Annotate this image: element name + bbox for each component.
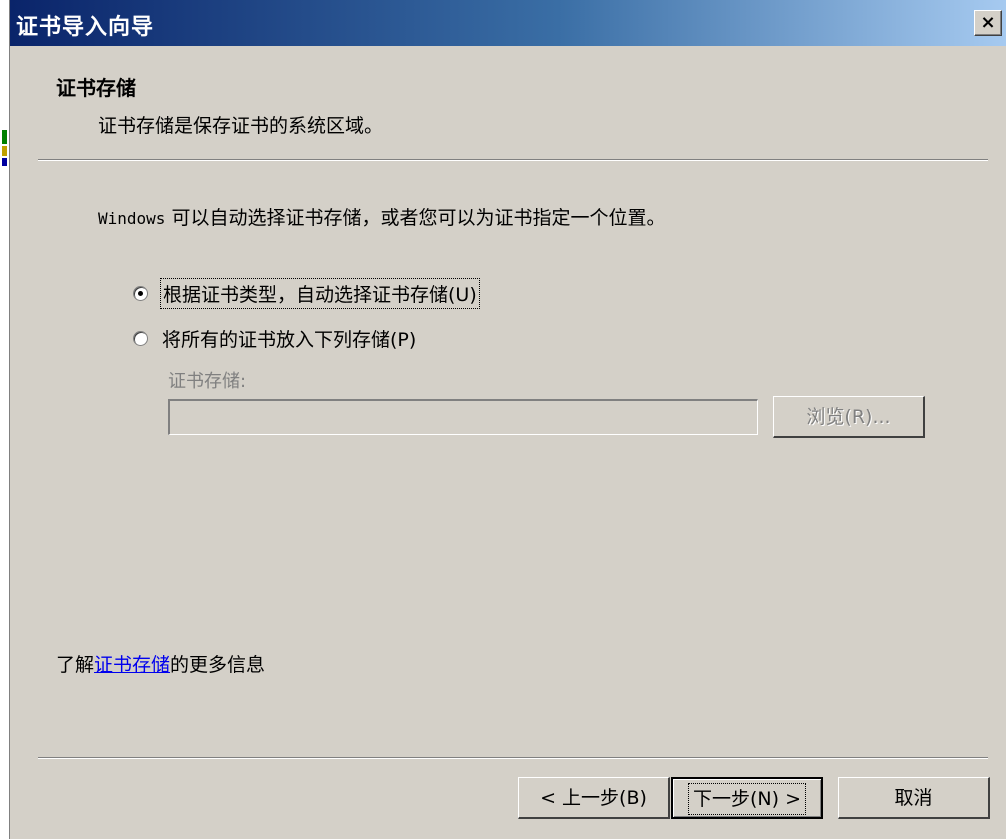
background-window-edge [0,0,10,839]
more-info-prefix: 了解 [56,654,95,676]
footer-divider [38,757,988,759]
title-bar[interactable]: 证书导入向导 × [10,0,1006,46]
cancel-button[interactable]: 取消 [838,777,990,819]
certificate-store-field [168,399,758,435]
more-info-text: 了解证书存储的更多信息 [56,650,265,677]
radio-place-all-in-store-indicator[interactable] [133,330,148,346]
header-divider [38,159,988,161]
more-info-suffix: 的更多信息 [170,654,266,676]
next-button[interactable]: 下一步(N) > [671,777,823,819]
certificate-store-link[interactable]: 证书存储 [94,654,170,676]
back-button[interactable]: < 上一步(B) [518,777,670,819]
close-icon: × [980,12,996,33]
certificate-import-wizard-dialog: 证书导入向导 × 证书存储 证书存储是保存证书的系统区域。 Windows 可以… [10,0,1006,839]
intro-text: Windows 可以自动选择证书存储，或者您可以为证书指定一个位置。 [98,203,665,230]
certificate-store-label: 证书存储: [168,371,247,392]
background-window-mark [2,158,7,166]
radio-auto-select-store-label[interactable]: 根据证书类型，自动选择证书存储(U) [160,277,480,309]
window-title: 证书导入向导 [16,15,155,40]
radio-place-all-in-store-label[interactable]: 将所有的证书放入下列存储(P) [160,324,418,353]
page-title: 证书存储 [56,76,136,100]
next-button-label: 下一步(N) > [688,783,806,815]
radio-auto-select-store[interactable]: 根据证书类型，自动选择证书存储(U) [133,277,480,309]
radio-auto-select-store-indicator[interactable] [133,285,148,301]
close-button[interactable]: × [974,10,1002,36]
page-description: 证书存储是保存证书的系统区域。 [98,115,384,137]
background-window-mark [2,130,7,144]
radio-place-all-in-store[interactable]: 将所有的证书放入下列存储(P) [133,325,418,351]
intro-text-body: 可以自动选择证书存储，或者您可以为证书指定一个位置。 [165,207,666,229]
intro-text-prefix: Windows [98,209,166,228]
browse-button: 浏览(R)... [773,396,925,438]
background-window-mark [2,146,7,156]
